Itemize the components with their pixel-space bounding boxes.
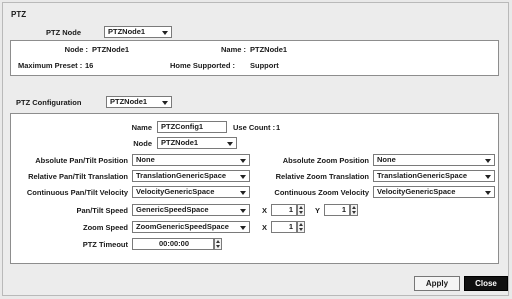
cont-zoom-value: VelocityGenericSpace [377,187,456,196]
zoom-speed-value: ZoomGenericSpeedSpace [136,222,229,231]
arrow-down-icon [299,211,303,214]
rel-pt-select[interactable]: TranslationGenericSpace [132,170,250,182]
config-node-select[interactable]: PTZNode1 [157,137,237,149]
pt-y-input[interactable]: 1 [324,204,350,216]
rel-pt-label: Relative Pan/Tilt Translation [28,172,128,181]
chevron-down-icon [240,159,246,163]
info-node-value: PTZNode1 [92,45,130,54]
chevron-down-icon [240,191,246,195]
info-home-label: Home Supported : [170,61,235,70]
close-button[interactable]: Close [464,276,508,291]
info-name-value: PTZNode1 [250,45,288,54]
pt-x-stepper[interactable] [297,204,305,216]
pt-y-stepper[interactable] [350,204,358,216]
dialog-title: PTZ [11,10,27,19]
cont-zoom-select[interactable]: VelocityGenericSpace [373,186,495,198]
cont-pt-select[interactable]: VelocityGenericSpace [132,186,250,198]
arrow-up-icon [352,206,356,209]
info-home-value: Support [250,61,279,70]
timeout-label: PTZ Timeout [82,240,128,249]
ptz-node-select[interactable]: PTZNode1 [104,26,172,38]
apply-button[interactable]: Apply [414,276,460,291]
chevron-down-icon [240,209,246,213]
timeout-stepper[interactable] [214,238,222,250]
zoom-speed-select[interactable]: ZoomGenericSpeedSpace [132,221,250,233]
config-name-input[interactable]: PTZConfig1 [157,121,227,133]
chevron-down-icon [485,191,491,195]
chevron-down-icon [485,159,491,163]
info-max-preset-label: Maximum Preset : [18,61,83,70]
chevron-down-icon [162,101,168,105]
abs-zoom-select[interactable]: None [373,154,495,166]
rel-zoom-label: Relative Zoom Translation [275,172,369,181]
arrow-down-icon [216,245,220,248]
ptz-config-label: PTZ Configuration [16,98,82,107]
config-name-label: Name [131,123,152,132]
rel-pt-value: TranslationGenericSpace [136,171,227,180]
pt-y-label: Y [315,206,321,215]
zoom-x-label: X [262,223,268,232]
chevron-down-icon [485,175,491,179]
cont-zoom-label: Continuous Zoom Velocity [274,188,369,197]
chevron-down-icon [240,226,246,230]
config-node-value: PTZNode1 [161,138,199,147]
zoom-x-input[interactable]: 1 [271,221,297,233]
cont-pt-value: VelocityGenericSpace [136,187,215,196]
arrow-up-icon [216,240,220,243]
pt-speed-select[interactable]: GenericSpeedSpace [132,204,250,216]
abs-pt-select[interactable]: None [132,154,250,166]
pt-x-input[interactable]: 1 [271,204,297,216]
ptz-node-label: PTZ Node [46,28,81,37]
pt-speed-label: Pan/Tilt Speed [76,206,128,215]
abs-pt-value: None [136,155,155,164]
abs-zoom-label: Absolute Zoom Position [282,156,369,165]
abs-pt-label: Absolute Pan/Tilt Position [35,156,128,165]
info-max-preset-value: 16 [85,61,94,70]
pt-x-label: X [262,206,268,215]
ptz-node-value: PTZNode1 [108,27,146,36]
zoom-speed-label: Zoom Speed [82,223,128,232]
arrow-down-icon [352,211,356,214]
use-count-label: Use Count : [233,123,276,132]
arrow-up-icon [299,206,303,209]
info-node-label: Node : [64,45,88,54]
use-count-value: 1 [276,123,281,132]
abs-zoom-value: None [377,155,396,164]
info-name-label: Name : [220,45,246,54]
zoom-x-stepper[interactable] [297,221,305,233]
ptz-config-select[interactable]: PTZNode1 [106,96,172,108]
timeout-input[interactable]: 00:00:00 [132,238,214,250]
ptz-config-value: PTZNode1 [110,97,148,106]
cont-pt-label: Continuous Pan/Tilt Velocity [26,188,128,197]
chevron-down-icon [240,175,246,179]
arrow-down-icon [299,228,303,231]
arrow-up-icon [299,223,303,226]
rel-zoom-value: TranslationGenericSpace [377,171,468,180]
pt-speed-value: GenericSpeedSpace [136,205,209,214]
config-node-label: Node [133,139,152,148]
rel-zoom-select[interactable]: TranslationGenericSpace [373,170,495,182]
chevron-down-icon [227,142,233,146]
chevron-down-icon [162,31,168,35]
